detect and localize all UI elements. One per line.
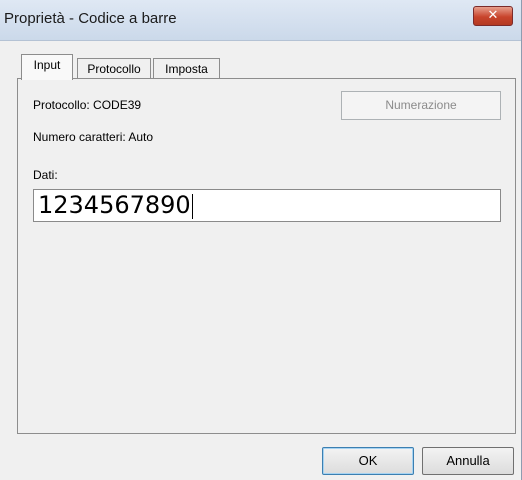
numbering-button[interactable]: Numerazione [341, 91, 501, 120]
ok-button[interactable]: OK [322, 447, 414, 475]
tab-input[interactable]: Input [21, 54, 73, 80]
text-caret [191, 193, 193, 219]
close-icon[interactable]: ✕ [473, 6, 513, 26]
protocol-label: Protocollo: CODE39 [33, 98, 142, 112]
title-bar[interactable]: Proprietà - Codice a barre ✕ [0, 0, 521, 41]
window-title: Proprietà - Codice a barre [4, 10, 177, 27]
data-input[interactable]: 1234567890 [33, 189, 501, 222]
tab-protocollo[interactable]: Protocollo [77, 58, 151, 80]
char-count-label: Numero caratteri: Auto [33, 130, 154, 144]
data-label: Dati: [33, 168, 58, 182]
tab-imposta[interactable]: Imposta [153, 58, 220, 80]
cancel-button[interactable]: Annulla [422, 447, 514, 475]
barcode-properties-dialog: Proprietà - Codice a barre ✕ Input Proto… [0, 0, 522, 480]
data-input-value: 1234567890 [38, 191, 191, 219]
